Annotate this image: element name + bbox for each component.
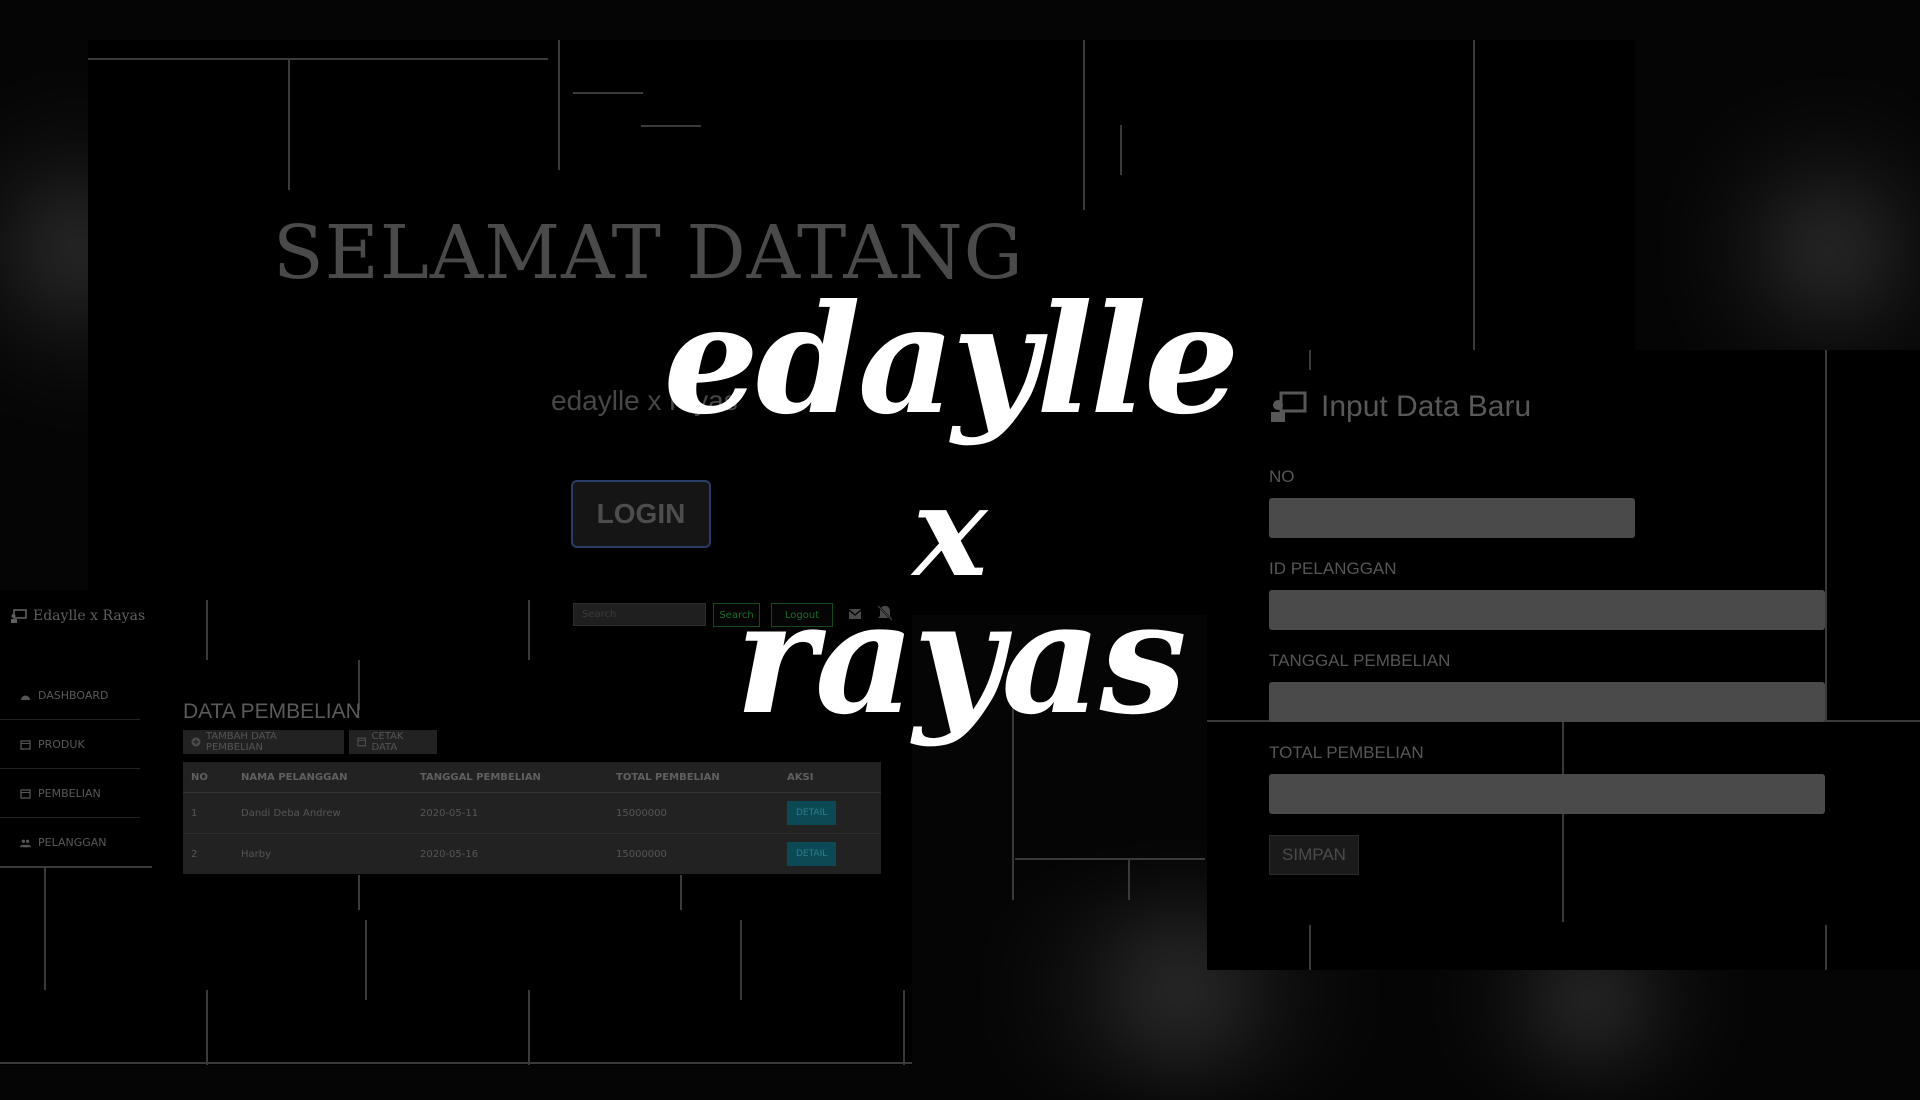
total-pembelian-input[interactable] <box>1269 774 1825 814</box>
cell-tanggal: 2020-05-11 <box>412 792 608 834</box>
sidebar-item-produk[interactable]: PRODUK <box>0 721 140 769</box>
calendar-icon <box>357 737 367 747</box>
users-icon <box>20 839 31 847</box>
field-label-id-pelanggan: ID PELANGGAN <box>1269 559 1397 578</box>
sidebar-item-label: PRODUK <box>38 738 85 751</box>
frame-line <box>1562 722 1564 922</box>
plus-circle-icon <box>191 737 201 747</box>
print-data-label: CETAK DATA <box>371 731 404 753</box>
detail-button[interactable]: DETAIL <box>787 801 837 825</box>
frame-line <box>365 920 367 1000</box>
id-pelanggan-input[interactable] <box>1269 590 1825 630</box>
frame-line <box>88 58 548 60</box>
brand-label: Edaylle x Rayas <box>33 608 146 624</box>
frame-line <box>680 875 682 910</box>
frame-line <box>206 990 208 1065</box>
overlay-title-line1: edaylle <box>663 272 1239 448</box>
frame-line <box>1015 858 1205 860</box>
add-purchase-label: TAMBAH DATA PEMBELIAN <box>205 731 277 753</box>
field-label-total-pembelian: TOTAL PEMBELIAN <box>1269 743 1424 762</box>
frame-line <box>1128 860 1130 900</box>
page-title: DATA PEMBELIAN <box>183 700 361 723</box>
column-header: TANGGAL PEMBELIAN <box>412 762 608 793</box>
field-label-tanggal-pembelian: TANGGAL PEMBELIAN <box>1269 651 1451 670</box>
cell-total: 15000000 <box>608 833 779 874</box>
sidebar-item-pembelian[interactable]: PEMBELIAN <box>0 770 140 818</box>
column-header: AKSI <box>779 762 881 793</box>
column-header: TOTAL PEMBELIAN <box>608 762 779 793</box>
frame-line <box>1309 925 1311 970</box>
table-row: 1 Dandi Deba Andrew 2020-05-11 15000000 … <box>183 792 881 834</box>
sidebar-item-pelanggan[interactable]: PELANGGAN <box>0 819 140 867</box>
cell-tanggal: 2020-05-16 <box>412 833 608 874</box>
frame-line <box>1825 350 1827 720</box>
frame-line <box>528 600 530 660</box>
save-button[interactable]: SIMPAN <box>1269 835 1359 875</box>
print-data-button[interactable]: CETAK DATA <box>349 730 437 754</box>
frame-line <box>288 60 290 190</box>
frame-line <box>641 125 701 127</box>
frame-line <box>206 600 208 660</box>
column-header: NAMA PELANGGAN <box>233 762 412 793</box>
calendar-icon <box>20 788 31 799</box>
frame-line <box>44 868 46 990</box>
form-title-label: Input Data Baru <box>1321 390 1532 423</box>
cell-aksi: DETAIL <box>779 833 881 874</box>
calendar-icon <box>20 739 31 750</box>
sidebar-item-label: DASHBOARD <box>38 689 109 702</box>
frame-line <box>1083 40 1085 210</box>
cell-total: 15000000 <box>608 792 779 834</box>
column-header: NO <box>183 762 233 793</box>
frame-line <box>740 920 742 1000</box>
sidebar-item-dashboard[interactable]: DASHBOARD <box>0 672 140 720</box>
cell-no: 2 <box>183 833 233 874</box>
detail-button[interactable]: DETAIL <box>787 842 837 866</box>
table-header-row: NO NAMA PELANGGAN TANGGAL PEMBELIAN TOTA… <box>183 762 881 793</box>
table-row: 2 Harby 2020-05-16 15000000 DETAIL <box>183 833 881 874</box>
frame-line <box>573 92 643 94</box>
dashboard-icon <box>21 695 30 700</box>
frame-line <box>0 1062 912 1064</box>
frame-line <box>1309 350 1311 370</box>
presentation-icon <box>11 608 27 623</box>
overlay-title-line3: rayas <box>735 566 1187 749</box>
login-button[interactable]: LOGIN <box>571 480 711 548</box>
form-title: Input Data Baru <box>1269 390 1531 424</box>
cell-nama: Dandi Deba Andrew <box>233 792 412 834</box>
frame-line <box>1825 925 1827 970</box>
sidebar-item-label: PELANGGAN <box>38 836 107 849</box>
cell-no: 1 <box>183 792 233 834</box>
frame-line <box>1473 40 1475 350</box>
frame-line <box>903 990 905 1065</box>
cell-nama: Harby <box>233 833 412 874</box>
frame-line <box>358 875 360 910</box>
add-purchase-button[interactable]: TAMBAH DATA PEMBELIAN <box>183 730 344 754</box>
frame-line <box>528 990 530 1065</box>
frame-line <box>0 866 152 868</box>
dashboard-brand[interactable]: Edaylle x Rayas <box>10 608 145 624</box>
input-form-screen: Input Data Baru NO ID PELANGGAN TANGGAL … <box>1207 350 1920 970</box>
tanggal-pembelian-input[interactable] <box>1269 682 1825 722</box>
no-input[interactable] <box>1269 498 1635 538</box>
purchase-table: NO NAMA PELANGGAN TANGGAL PEMBELIAN TOTA… <box>183 762 881 874</box>
field-label-no: NO <box>1269 467 1295 486</box>
sidebar-item-label: PEMBELIAN <box>38 787 101 800</box>
frame-line <box>1120 125 1122 175</box>
frame-line <box>558 40 560 170</box>
cell-aksi: DETAIL <box>779 792 881 834</box>
